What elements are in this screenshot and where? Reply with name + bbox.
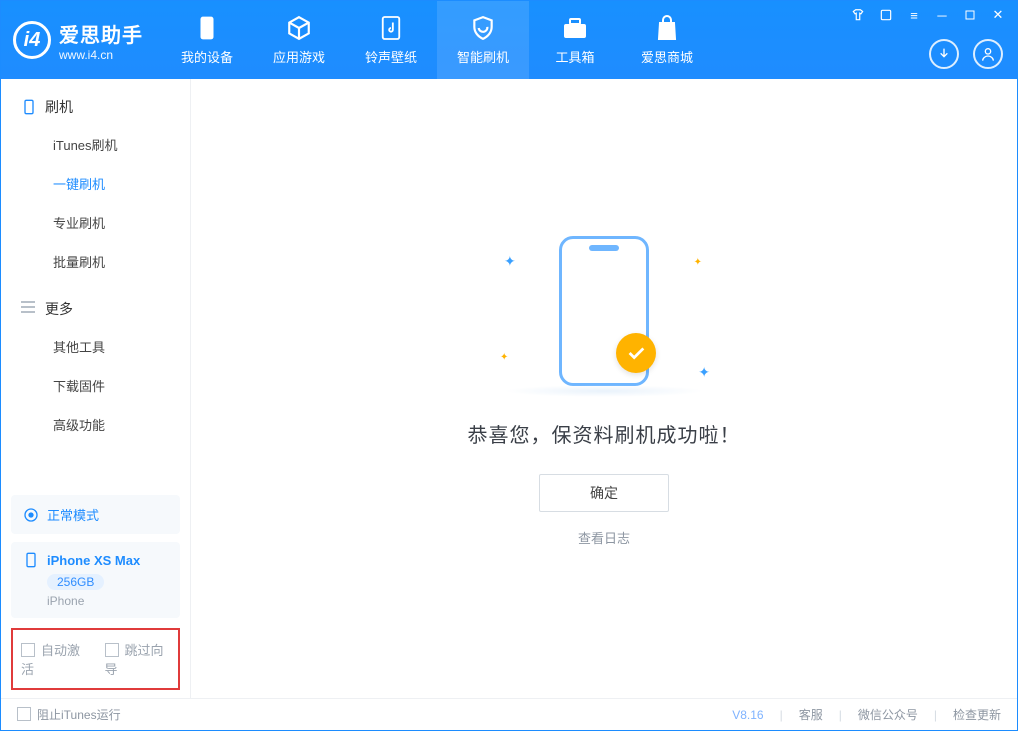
body: 刷机 iTunes刷机 一键刷机 专业刷机 批量刷机 更多 其他工具 下载固件 … [1, 79, 1017, 698]
tab-label: 智能刷机 [457, 47, 509, 66]
sidebar-item-itunes-flash[interactable]: iTunes刷机 [1, 125, 190, 164]
checkbox-skip-guide[interactable]: 跳过向导 [105, 640, 171, 678]
tab-label: 应用游戏 [273, 47, 325, 66]
separator: | [780, 708, 783, 722]
settings-icon[interactable] [877, 7, 895, 23]
sidebar: 刷机 iTunes刷机 一键刷机 专业刷机 批量刷机 更多 其他工具 下载固件 … [1, 79, 191, 698]
sidebar-section-more: 更多 其他工具 下载固件 高级功能 [1, 281, 190, 444]
cube-icon [286, 15, 312, 41]
check-badge-icon [616, 333, 656, 373]
tab-label: 工具箱 [555, 47, 594, 66]
logo: i4 爱思助手 www.i4.cn [1, 1, 161, 79]
checkbox-icon [17, 707, 31, 721]
sparkle-icon: ✦ [694, 257, 702, 268]
support-link[interactable]: 客服 [799, 706, 823, 723]
separator: | [934, 708, 937, 722]
footer: 阻止iTunes运行 V8.16 | 客服 | 微信公众号 | 检查更新 [1, 698, 1017, 730]
device-info-box[interactable]: iPhone XS Max 256GB iPhone [11, 542, 180, 618]
menu-icon[interactable]: ≡ [905, 7, 923, 23]
device-name-label: iPhone XS Max [47, 553, 140, 568]
tab-flash[interactable]: 智能刷机 [437, 1, 529, 79]
refresh-shield-icon [470, 15, 496, 41]
app-url: www.i4.cn [59, 48, 143, 62]
tab-ringtones[interactable]: 铃声壁纸 [345, 1, 437, 79]
tab-store[interactable]: 爱思商城 [621, 1, 713, 79]
phone-icon [21, 99, 37, 115]
sidebar-section-title: 刷机 [45, 97, 73, 117]
tab-apps-games[interactable]: 应用游戏 [253, 1, 345, 79]
tab-my-device[interactable]: 我的设备 [161, 1, 253, 79]
shirt-icon[interactable] [849, 7, 867, 23]
check-update-link[interactable]: 检查更新 [953, 706, 1001, 723]
phone-small-icon [23, 552, 39, 568]
tab-label: 爱思商城 [641, 47, 693, 66]
header-tabs: 我的设备 应用游戏 铃声壁纸 智能刷机 [161, 1, 713, 79]
separator: | [839, 708, 842, 722]
app-window: ≡ ─ ✕ i4 爱思助手 www.i4.cn 我的设备 [0, 0, 1018, 731]
tab-label: 我的设备 [181, 47, 233, 66]
ok-button[interactable]: 确定 [539, 474, 669, 512]
checkbox-icon [21, 643, 35, 657]
logo-badge-icon: i4 [13, 21, 51, 59]
main-content: ✦ ✦ ✦ ✦ 恭喜您，保资料刷机成功啦！ 确定 查看日志 [191, 79, 1017, 698]
device-mode-label: 正常模式 [47, 505, 99, 524]
tab-toolbox[interactable]: 工具箱 [529, 1, 621, 79]
sparkle-icon: ✦ [504, 253, 516, 270]
list-icon [21, 301, 37, 317]
sidebar-item-download-firmware[interactable]: 下载固件 [1, 366, 190, 405]
wechat-link[interactable]: 微信公众号 [858, 706, 918, 723]
version-label: V8.16 [732, 708, 763, 722]
device-type-label: iPhone [47, 594, 168, 608]
user-button[interactable] [973, 39, 1003, 69]
phone-outline-icon [559, 236, 649, 386]
checkbox-label: 阻止iTunes运行 [37, 708, 121, 722]
tab-label: 铃声壁纸 [365, 47, 417, 66]
toolbox-icon [562, 15, 588, 41]
header: ≡ ─ ✕ i4 爱思助手 www.i4.cn 我的设备 [1, 1, 1017, 79]
sidebar-item-advanced[interactable]: 高级功能 [1, 405, 190, 444]
device-storage-pill: 256GB [47, 574, 104, 590]
sidebar-section-title: 更多 [45, 299, 73, 319]
maximize-icon[interactable] [961, 7, 979, 23]
checkbox-block-itunes[interactable]: 阻止iTunes运行 [17, 706, 121, 723]
sparkle-icon: ✦ [500, 352, 508, 363]
sidebar-head-flash: 刷机 [1, 97, 190, 125]
app-name: 爱思助手 [59, 19, 143, 48]
window-controls: ≡ ─ ✕ [849, 7, 1007, 23]
sidebar-section-flash: 刷机 iTunes刷机 一键刷机 专业刷机 批量刷机 [1, 79, 190, 281]
success-illustration: ✦ ✦ ✦ ✦ [494, 231, 714, 391]
success-message: 恭喜您，保资料刷机成功啦！ [468, 419, 741, 448]
sidebar-item-oneclick-flash[interactable]: 一键刷机 [1, 164, 190, 203]
device-mode-box[interactable]: 正常模式 [11, 495, 180, 534]
download-button[interactable] [929, 39, 959, 69]
sparkle-icon: ✦ [698, 364, 710, 381]
music-file-icon [378, 15, 404, 41]
sidebar-item-other-tools[interactable]: 其他工具 [1, 327, 190, 366]
view-log-link[interactable]: 查看日志 [578, 528, 630, 547]
checkbox-auto-activate[interactable]: 自动激活 [21, 640, 87, 678]
shadow-ellipse [504, 385, 704, 397]
sync-icon [23, 507, 39, 523]
checkbox-icon [105, 643, 119, 657]
bag-icon [654, 15, 680, 41]
close-icon[interactable]: ✕ [989, 7, 1007, 23]
minimize-icon[interactable]: ─ [933, 7, 951, 23]
sidebar-head-more: 更多 [1, 299, 190, 327]
device-icon [194, 15, 220, 41]
highlighted-options: 自动激活 跳过向导 [11, 628, 180, 690]
sidebar-item-batch-flash[interactable]: 批量刷机 [1, 242, 190, 281]
logo-text: 爱思助手 www.i4.cn [59, 19, 143, 62]
sidebar-item-pro-flash[interactable]: 专业刷机 [1, 203, 190, 242]
